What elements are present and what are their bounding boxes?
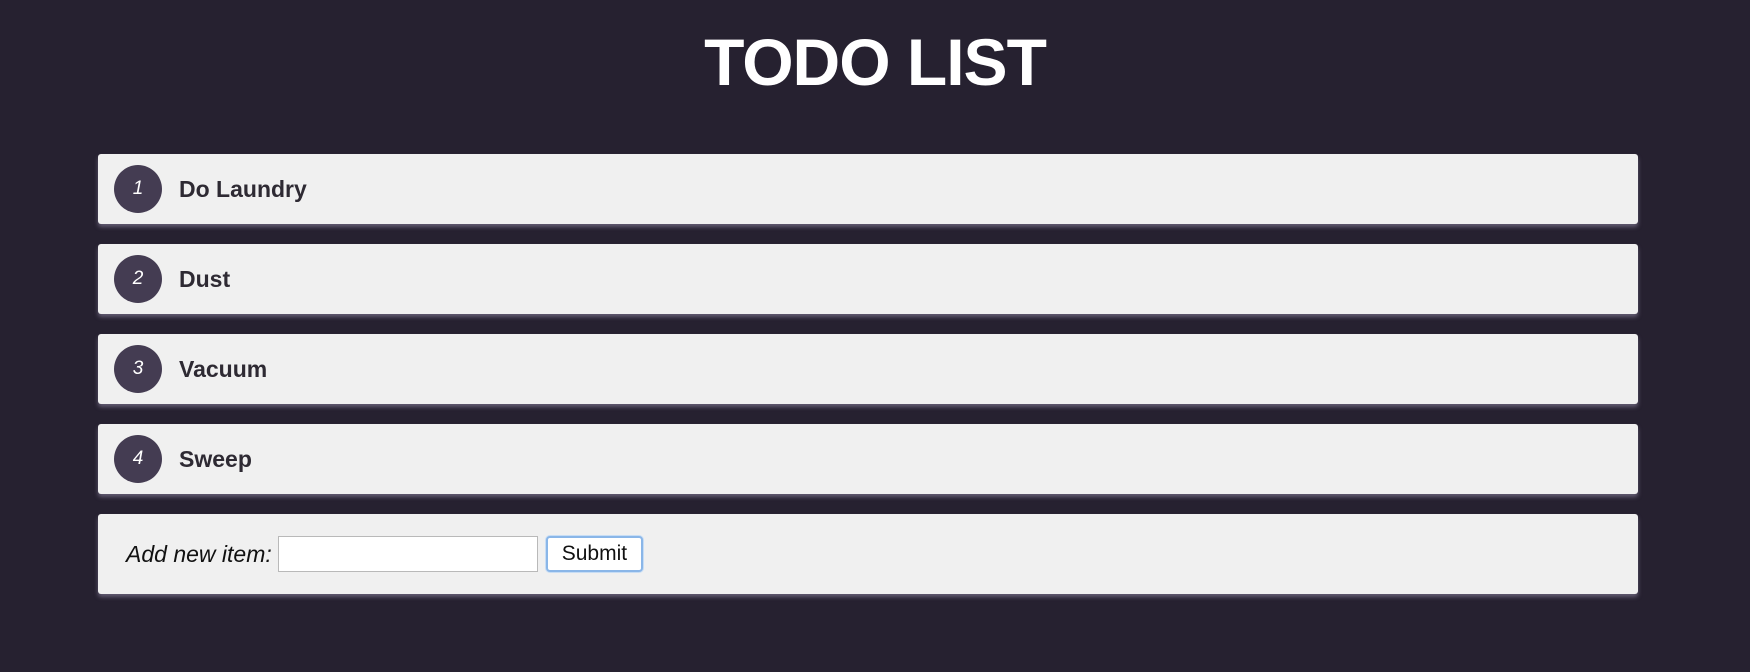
item-number-badge: 2 bbox=[114, 255, 162, 303]
add-item-form: Add new item: Submit bbox=[98, 514, 1638, 594]
item-number-badge: 3 bbox=[114, 345, 162, 393]
todo-item[interactable]: 1 Do Laundry bbox=[98, 154, 1638, 224]
todo-item-label: Dust bbox=[179, 265, 231, 292]
todo-list: 1 Do Laundry 2 Dust 3 Vacuum 4 Sweep Add… bbox=[98, 154, 1638, 594]
todo-item-label: Do Laundry bbox=[179, 175, 307, 202]
todo-item-label: Sweep bbox=[179, 445, 252, 472]
todo-item[interactable]: 4 Sweep bbox=[98, 424, 1638, 494]
todo-item[interactable]: 2 Dust bbox=[98, 244, 1638, 314]
page-title: TODO LIST bbox=[704, 25, 1047, 99]
todo-item[interactable]: 3 Vacuum bbox=[98, 334, 1638, 404]
add-item-label: Add new item: bbox=[126, 540, 272, 567]
item-number-badge: 4 bbox=[114, 435, 162, 483]
add-item-input[interactable] bbox=[277, 536, 538, 572]
todo-item-label: Vacuum bbox=[179, 355, 268, 382]
item-number-badge: 1 bbox=[114, 165, 162, 213]
submit-button[interactable]: Submit bbox=[545, 536, 644, 572]
